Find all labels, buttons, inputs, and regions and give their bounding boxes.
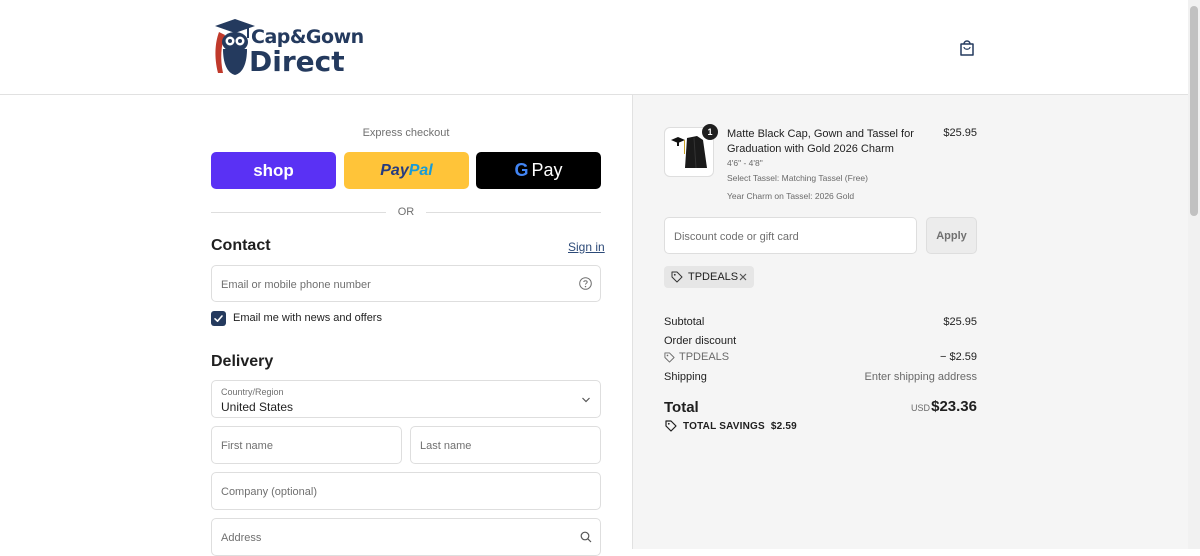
- last-name-placeholder: Last name: [420, 440, 472, 452]
- first-name-placeholder: First name: [221, 440, 273, 452]
- product-price: $25.95: [943, 127, 977, 139]
- cap-and-gown-direct-logo[interactable]: Cap&Gown Direct: [211, 17, 364, 78]
- paypal-label-part2: Pal: [408, 161, 433, 179]
- product-title: Matte Black Cap, Gown and Tassel for Gra…: [727, 128, 914, 155]
- site-header: Cap&Gown Direct: [0, 0, 1188, 95]
- shipping-label: Shipping: [664, 371, 707, 383]
- company-placeholder: Company (optional): [221, 486, 317, 498]
- shopping-bag-icon[interactable]: [957, 38, 977, 58]
- product-tassel-option: Select Tassel: Matching Tassel (Free): [727, 173, 868, 183]
- google-g-icon: G: [514, 160, 529, 180]
- company-field[interactable]: Company (optional): [211, 472, 601, 510]
- apply-label: Apply: [936, 229, 967, 242]
- product-size: 4'6" - 4'8": [727, 158, 763, 168]
- country-value: United States: [221, 400, 294, 414]
- discount-tag-icon: [664, 352, 675, 363]
- shipping-value: Enter shipping address: [864, 371, 977, 383]
- discount-code-label: TPDEALS: [679, 351, 730, 363]
- delivery-heading: Delivery: [211, 353, 274, 370]
- country-label: Country/Region: [221, 387, 284, 397]
- email-placeholder: Email or mobile phone number: [221, 279, 371, 291]
- page-scrollbar[interactable]: [1188, 0, 1200, 549]
- product-charm-option: Year Charm on Tassel: 2026 Gold: [727, 191, 855, 201]
- order-discount-label: Order discount: [664, 335, 737, 347]
- tag-icon: [671, 271, 683, 283]
- total-savings: TOTAL SAVINGS $2.59: [683, 421, 797, 432]
- discount-placeholder: Discount code or gift card: [674, 231, 799, 243]
- subtotal-value: $25.95: [943, 316, 977, 328]
- paypal-label-part1: Pay: [380, 161, 409, 179]
- shop-pay-label: shop: [253, 160, 294, 180]
- address-field[interactable]: Address: [211, 518, 601, 556]
- discount-code-field[interactable]: Discount code or gift card: [664, 217, 917, 254]
- savings-tag-icon: [665, 420, 677, 432]
- country-select[interactable]: Country/Region United States: [211, 380, 601, 418]
- subtotal-label: Subtotal: [664, 316, 705, 328]
- remove-discount-icon[interactable]: [737, 271, 749, 283]
- total-currency: USD: [910, 403, 930, 413]
- search-icon: [580, 531, 592, 543]
- total-value: $23.36: [931, 398, 977, 415]
- applied-discount-chip: TPDEALS: [664, 266, 754, 288]
- email-field[interactable]: Email or mobile phone number: [211, 265, 601, 302]
- sign-in-link[interactable]: Sign in: [568, 240, 605, 254]
- divider-left: [211, 212, 386, 213]
- or-divider-text: OR: [397, 206, 415, 218]
- google-pay-button[interactable]: G Pay: [476, 152, 601, 189]
- divider-right: [426, 212, 601, 213]
- google-pay-label: Pay: [531, 160, 563, 180]
- total-savings-label: TOTAL SAVINGS: [683, 421, 765, 432]
- apply-discount-button[interactable]: Apply: [926, 217, 977, 254]
- total-label: Total: [664, 399, 699, 416]
- contact-heading: Contact: [211, 237, 271, 254]
- address-placeholder: Address: [221, 532, 262, 544]
- quantity-badge: 1: [702, 124, 718, 140]
- total-savings-value: $2.59: [770, 421, 797, 432]
- help-icon[interactable]: [579, 277, 592, 290]
- checkmark-icon: [214, 315, 223, 322]
- discount-value: − $2.59: [939, 351, 977, 363]
- chevron-down-icon: [582, 397, 590, 403]
- logo-text-direct: Direct: [249, 45, 345, 78]
- newsletter-checkbox[interactable]: [211, 311, 226, 326]
- first-name-field[interactable]: First name: [211, 426, 402, 464]
- express-checkout-label: Express checkout: [362, 127, 450, 139]
- applied-code-label: TPDEALS: [688, 271, 739, 283]
- newsletter-label: Email me with news and offers: [233, 312, 382, 324]
- paypal-button[interactable]: Pay Pal: [344, 152, 469, 189]
- scrollbar-thumb[interactable]: [1190, 6, 1198, 216]
- shop-pay-button[interactable]: shop: [211, 152, 336, 189]
- last-name-field[interactable]: Last name: [410, 426, 601, 464]
